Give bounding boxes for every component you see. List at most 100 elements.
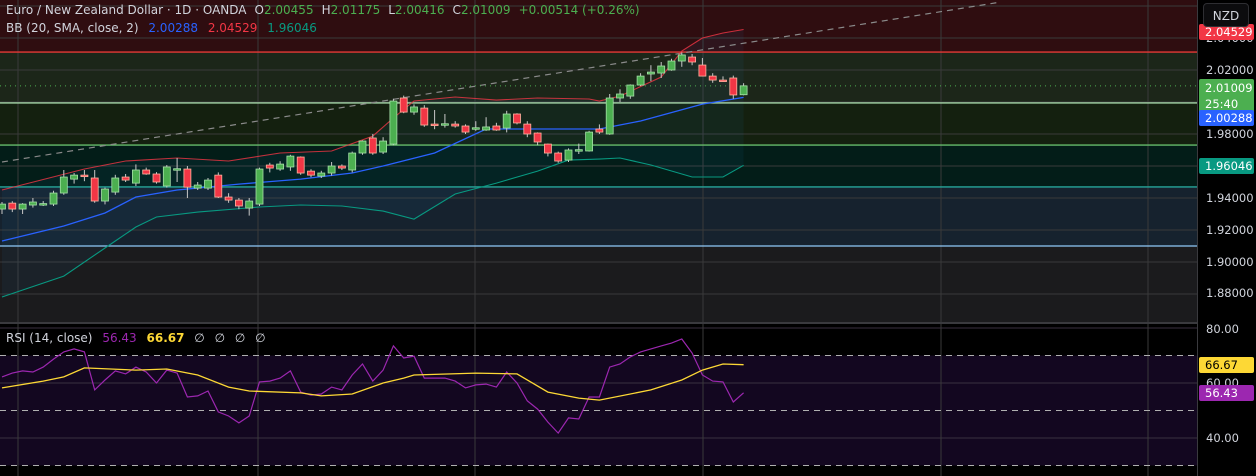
candle-body-up xyxy=(616,93,624,99)
rsi-pane[interactable] xyxy=(0,324,1197,476)
candle xyxy=(729,75,738,99)
rsi-legend: RSI (14, close) 56.43 66.67 ∅ ∅ ∅ ∅ xyxy=(6,331,272,345)
currency-button[interactable]: NZD xyxy=(1203,3,1249,27)
symbol-legend: Euro / New Zealand Dollar · 1D · OANDA O2… xyxy=(6,3,640,17)
candle-body-up xyxy=(410,106,418,113)
candle-body-up xyxy=(276,163,285,170)
candle xyxy=(399,95,408,114)
candle-body-up xyxy=(389,100,398,145)
bb-lower-value: 1.96046 xyxy=(267,21,317,35)
candle xyxy=(214,172,223,198)
rsi-extra-value: ∅ xyxy=(214,331,226,345)
candle-body-up xyxy=(70,174,78,180)
candle-body-down xyxy=(142,169,151,175)
candle-body-down xyxy=(719,79,727,82)
candle xyxy=(296,156,305,175)
rsi-tick: 40.00 xyxy=(1206,431,1239,445)
candle-body-up xyxy=(204,179,212,189)
candle xyxy=(49,190,58,206)
candle-body-down xyxy=(420,107,429,126)
open-value: 2.00455 xyxy=(263,3,314,17)
candle-body-down xyxy=(152,173,161,183)
candle-body-down xyxy=(90,177,99,202)
candle-body-up xyxy=(317,172,326,177)
candle-body-up xyxy=(647,71,655,75)
candle xyxy=(585,130,593,152)
candle-body-up xyxy=(739,85,748,96)
candle-body-down xyxy=(544,143,552,154)
candle-body-down xyxy=(513,113,521,124)
candle-body-up xyxy=(327,165,336,174)
candle-body-up xyxy=(379,140,388,153)
candle-body-up xyxy=(482,126,491,131)
candle-body-up xyxy=(18,203,27,210)
candle-body-up xyxy=(255,168,264,205)
candle-body-up xyxy=(657,65,666,74)
candle-body-up xyxy=(348,152,357,171)
bb-upper-value: 2.04529 xyxy=(207,21,258,35)
candle-body-up xyxy=(564,149,573,161)
price-tick: 1.88000 xyxy=(1206,286,1254,300)
candle-body-down xyxy=(214,174,223,198)
candle-body-up xyxy=(59,176,68,194)
candle xyxy=(204,178,212,190)
candle-body-up xyxy=(131,169,140,184)
candle-body-down xyxy=(307,170,315,176)
candle xyxy=(389,98,398,146)
change-value: +0.00514 (+0.26%) xyxy=(518,3,640,17)
price-tick: 2.02000 xyxy=(1206,63,1254,77)
candle xyxy=(513,113,521,125)
price-axis[interactable]: 2.04000 2.02000 1.98000 1.94000 1.92000 … xyxy=(1197,0,1256,476)
candle-body-down xyxy=(533,132,542,143)
candle xyxy=(564,148,573,162)
candle-body-down xyxy=(430,123,439,126)
candle-body-up xyxy=(677,54,686,62)
candle-body-up xyxy=(39,203,48,206)
symbol-title[interactable]: Euro / New Zealand Dollar · 1D · OANDA xyxy=(6,3,247,17)
candle-body-up xyxy=(358,140,367,154)
candle-body-up xyxy=(101,188,109,202)
candle-body-down xyxy=(554,152,563,162)
candle-body-down xyxy=(337,165,346,169)
candle-body-up xyxy=(502,113,511,129)
rsi-badge: 56.43 xyxy=(1199,385,1254,401)
candle-body-up xyxy=(193,184,202,189)
candle-body-down xyxy=(368,137,377,154)
candle xyxy=(111,174,120,195)
candle-body-up xyxy=(626,84,635,97)
candle-body-up xyxy=(667,60,676,71)
candle-body-up xyxy=(636,75,645,86)
rsi-ma-badge: 66.67 xyxy=(1199,357,1254,373)
candle-body-down xyxy=(399,97,408,113)
candle-body-up xyxy=(440,123,449,126)
candle-body-up xyxy=(286,155,295,168)
zone-background xyxy=(0,246,1197,323)
close-value: 2.01009 xyxy=(460,3,511,17)
candle-body-down xyxy=(224,196,233,201)
candle xyxy=(420,105,429,127)
price-chart[interactable] xyxy=(0,0,1197,323)
price-tick: 1.90000 xyxy=(1206,255,1254,269)
high-value: 2.01175 xyxy=(330,3,381,17)
bb-label[interactable]: BB (20, SMA, close, 2) xyxy=(6,21,139,35)
candle-body-down xyxy=(265,164,274,169)
bb-legend: BB (20, SMA, close, 2) 2.00288 2.04529 1… xyxy=(6,21,323,35)
candle xyxy=(554,151,563,163)
candle-body-down xyxy=(8,202,17,210)
rsi-label[interactable]: RSI (14, close) xyxy=(6,331,92,345)
price-tick: 1.92000 xyxy=(1206,223,1254,237)
candle xyxy=(152,172,161,184)
candle xyxy=(255,167,264,206)
candle-body-down xyxy=(451,123,460,127)
candle-body-down xyxy=(688,56,696,63)
candle-body-down xyxy=(523,123,532,135)
candle-body-up xyxy=(245,200,254,209)
candle-body-up xyxy=(605,97,614,135)
candle-body-down xyxy=(80,174,89,178)
price-tick: 1.94000 xyxy=(1206,191,1254,205)
rsi-extra-value: ∅ xyxy=(255,331,266,345)
candle-body-up xyxy=(585,131,593,152)
candle-body-up xyxy=(28,201,37,206)
bb-lower-badge: 1.96046 xyxy=(1199,158,1254,174)
candle xyxy=(605,94,614,135)
